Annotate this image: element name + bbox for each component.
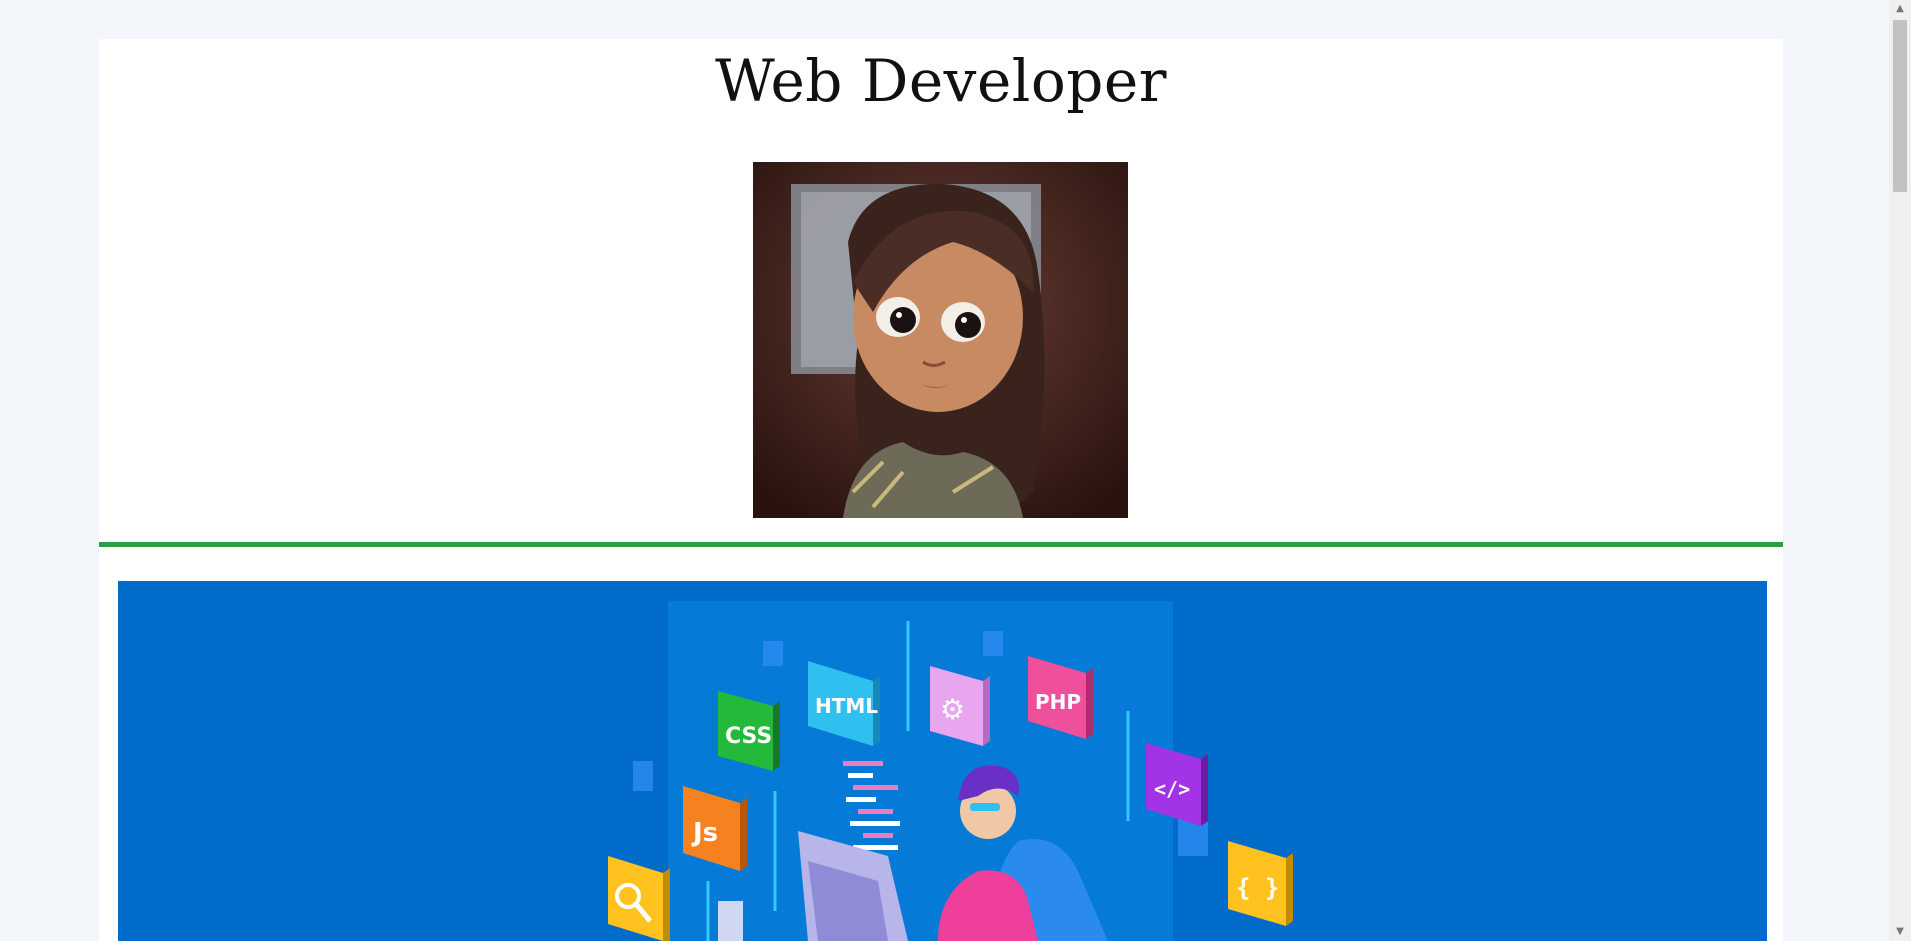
hero-banner-image: CSS HTML ⚙ PHP </> Js {} <box>118 581 1767 941</box>
page-title: Web Developer <box>715 47 1167 115</box>
avatar-illustration <box>753 162 1128 518</box>
vertical-scrollbar[interactable]: ▲ ▼ <box>1889 0 1911 941</box>
braces-tile: { } <box>1228 841 1293 926</box>
html-tile-label: HTML <box>815 694 878 718</box>
scrollbar-thumb[interactable] <box>1893 20 1907 192</box>
code-tile-label: </> <box>1154 777 1190 801</box>
gear-icon: ⚙ <box>940 693 965 726</box>
profile-avatar-image <box>753 162 1128 518</box>
search-tile <box>608 856 670 941</box>
scroll-up-arrow-icon[interactable]: ▲ <box>1889 0 1911 18</box>
braces-tile-label: { } <box>1236 874 1279 902</box>
css-tile-label: CSS <box>725 724 772 749</box>
web-developer-illustration: CSS HTML ⚙ PHP </> Js {} <box>608 601 1293 941</box>
section-divider <box>99 542 1783 547</box>
page-container: Web Developer CSS HTML ⚙ PHP </> Js {} <box>99 39 1783 941</box>
php-tile-label: PHP <box>1035 690 1081 714</box>
scroll-down-arrow-icon[interactable]: ▼ <box>1889 923 1911 941</box>
js-tile-label: Js <box>691 818 718 848</box>
